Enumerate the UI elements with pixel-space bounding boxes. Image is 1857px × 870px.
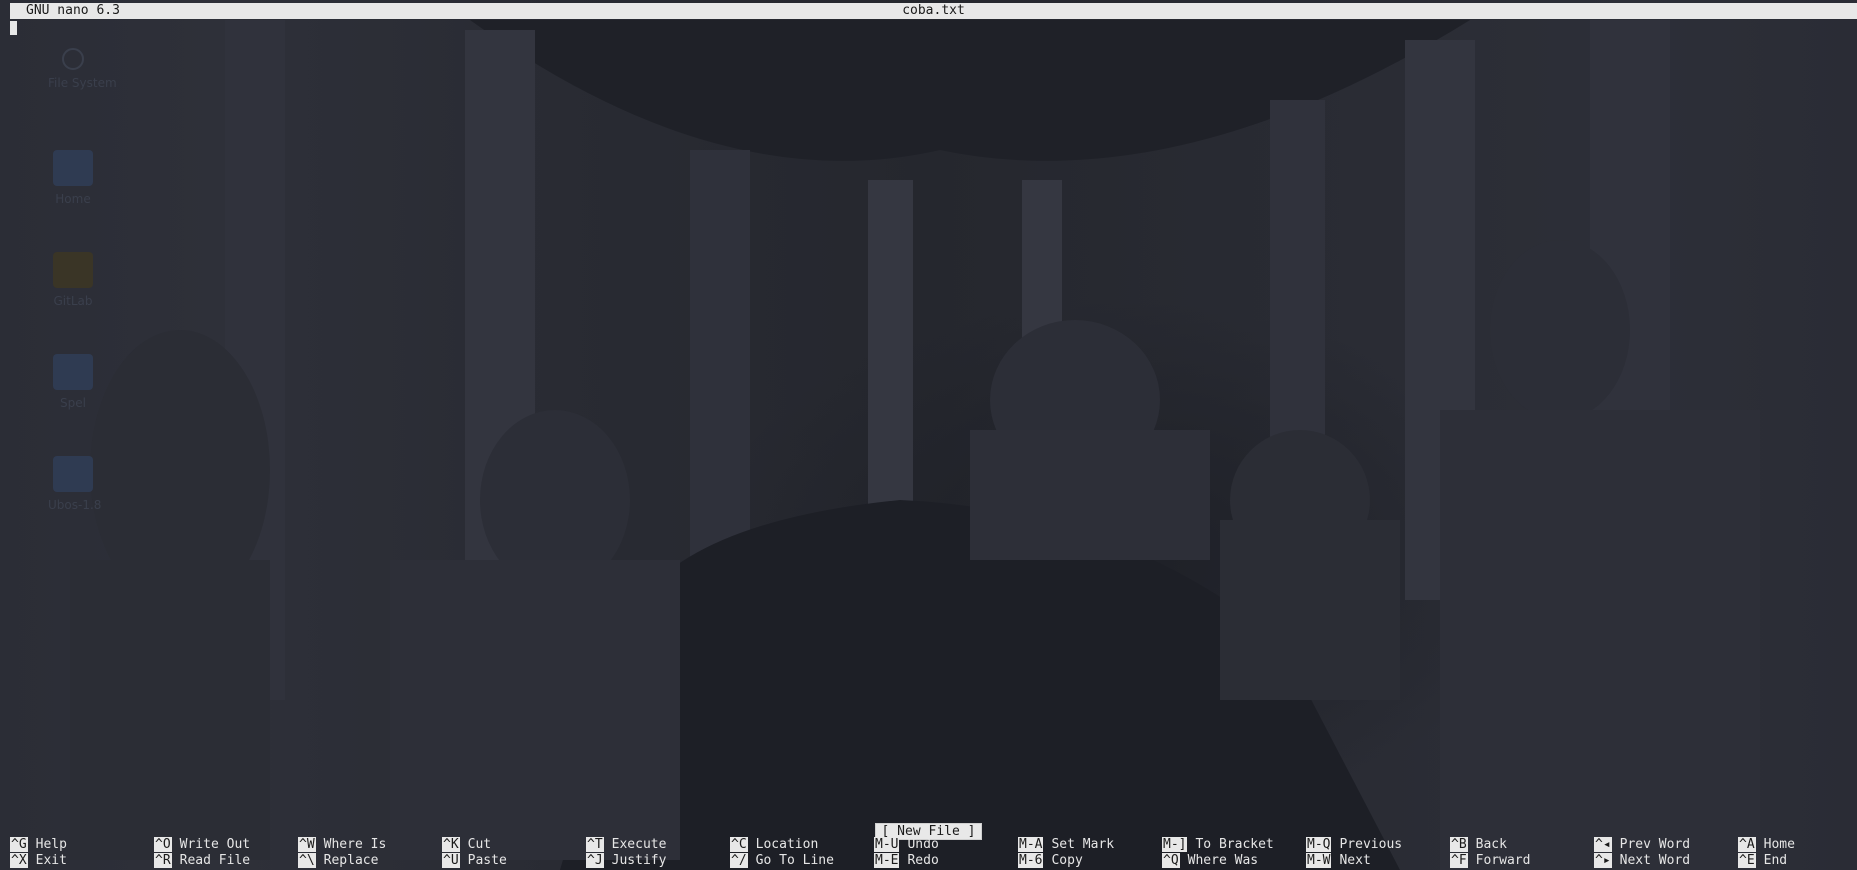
shortcut-column: ^W Where Is ^\ Replace [298, 837, 442, 869]
shortcut-column: ^C Location ^/Go To Line [730, 837, 874, 869]
shortcut-column: ^T Execute ^J Justify [586, 837, 730, 869]
shortcut-home[interactable]: ^A Home [1738, 837, 1857, 853]
text-cursor[interactable] [10, 21, 17, 35]
shortcut-bar: ^G Help ^X Exit ^O Write Out ^R Read File ^W… [10, 837, 1857, 869]
shortcut-column: ^◂ Prev Word ^▸ Next Word [1594, 837, 1738, 869]
shortcut-next-word[interactable]: ^▸ Next Word [1594, 853, 1738, 869]
shortcut-exit[interactable]: ^X Exit [10, 853, 154, 869]
shortcut-execute[interactable]: ^T Execute [586, 837, 730, 853]
shortcut-write-out[interactable]: ^O Write Out [154, 837, 298, 853]
file-name: coba.txt [902, 3, 965, 18]
desktop-icon-home: Home [48, 150, 98, 206]
shortcut-column: M-U Undo M-E Redo [874, 837, 1018, 869]
shortcut-help[interactable]: ^G Help [10, 837, 154, 853]
shortcut-paste[interactable]: ^U Paste [442, 853, 586, 869]
folder-icon [53, 354, 93, 390]
desktop-icon-file-system: File System [48, 48, 117, 90]
shortcut-back[interactable]: ^B Back [1450, 837, 1594, 853]
shortcut-column: ^K Cut ^U Paste [442, 837, 586, 869]
gitlab-icon [53, 252, 93, 288]
shortcut-column: ^B Back ^F Forward [1450, 837, 1594, 869]
shortcut-column: ^A Home ^E End [1738, 837, 1857, 869]
shortcut-column: ^G Help ^X Exit [10, 837, 154, 869]
shortcut-end[interactable]: ^E End [1738, 853, 1857, 869]
shortcut-column: ^O Write Out ^R Read File [154, 837, 298, 869]
nano-title-bar: GNU nano 6.3 coba.txt [10, 3, 1857, 19]
shortcut-cut[interactable]: ^K Cut [442, 837, 586, 853]
shortcut-column: M-A Set Mark M-6 Copy [1018, 837, 1162, 869]
shortcut-read-file[interactable]: ^R Read File [154, 853, 298, 869]
shortcut-prev-word[interactable]: ^◂ Prev Word [1594, 837, 1738, 853]
shortcut-where-was[interactable]: ^Q Where Was [1162, 853, 1306, 869]
shortcut-next[interactable]: M-W Next [1306, 853, 1450, 869]
shortcut-where-is[interactable]: ^W Where Is [298, 837, 442, 853]
shortcut-go-to-line[interactable]: ^/Go To Line [730, 853, 874, 869]
shortcut-forward[interactable]: ^F Forward [1450, 853, 1594, 869]
terminal-window[interactable]: File System Home GitLab Spel Ubos-1.8 GN… [0, 0, 1857, 870]
desktop-icon-ubos: Ubos-1.8 [48, 456, 101, 512]
home-folder-icon [53, 150, 93, 186]
desktop-icon-gitlab: GitLab [48, 252, 98, 308]
shortcut-replace[interactable]: ^\ Replace [298, 853, 442, 869]
shortcut-undo[interactable]: M-U Undo [874, 837, 1018, 853]
shortcut-column: M-] To Bracket ^Q Where Was [1162, 837, 1306, 869]
desktop-icon-spel: Spel [48, 354, 98, 410]
shortcut-redo[interactable]: M-E Redo [874, 853, 1018, 869]
wallpaper-background [0, 0, 1857, 870]
shortcut-set-mark[interactable]: M-A Set Mark [1018, 837, 1162, 853]
drive-icon [62, 48, 84, 70]
shortcut-copy[interactable]: M-6 Copy [1018, 853, 1162, 869]
shortcut-location[interactable]: ^C Location [730, 837, 874, 853]
status-message: [ New File ] [0, 820, 1857, 840]
shortcut-column: M-Q Previous M-W Next [1306, 837, 1450, 869]
shortcut-previous[interactable]: M-Q Previous [1306, 837, 1450, 853]
shortcut-justify[interactable]: ^J Justify [586, 853, 730, 869]
folder-icon [53, 456, 93, 492]
shortcut-to-bracket[interactable]: M-] To Bracket [1162, 837, 1306, 853]
